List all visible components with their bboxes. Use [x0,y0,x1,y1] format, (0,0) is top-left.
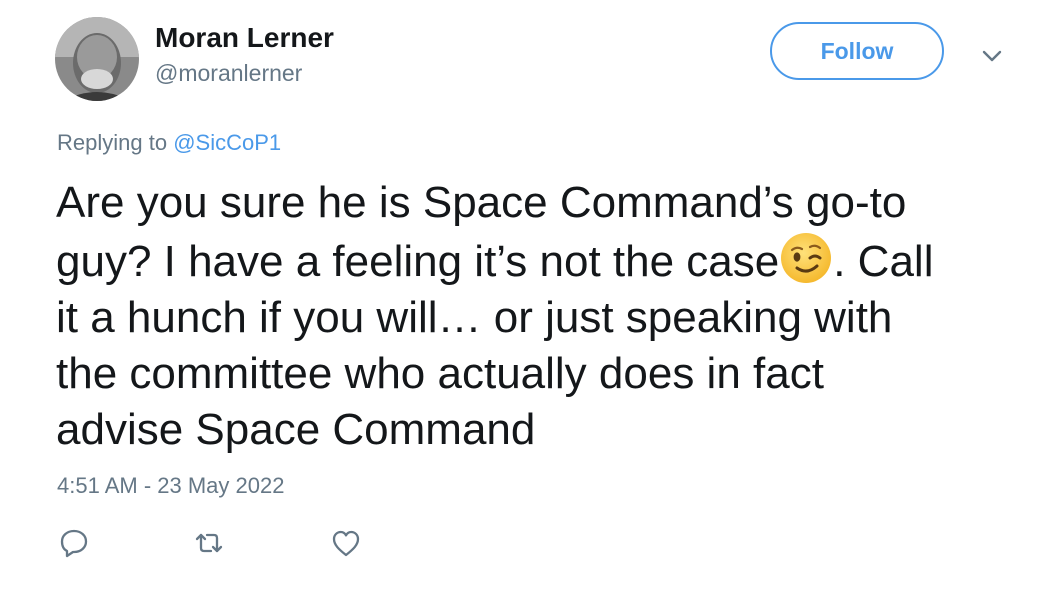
tweet-line: Are you sure he is Space Command’s go-to [56,178,907,227]
tweet-line: guy? I have a feeling it’s not the case … [56,231,1026,290]
reply-mention-link[interactable]: @SicCoP1 [173,130,281,155]
avatar[interactable] [55,17,139,101]
tweet-line: the committee who actually does in fact [56,349,824,398]
replying-to-label: Replying to [57,130,174,155]
author-display-name[interactable]: Moran Lerner [155,22,334,54]
tweet-line: advise Space Command [56,405,536,454]
avatar-image [55,17,139,101]
chevron-down-icon[interactable] [978,42,1006,70]
tweet-line-part: . Call [833,237,934,286]
author-handle[interactable]: @moranlerner [155,60,302,87]
reply-icon[interactable] [58,527,90,559]
winking-face-emoji-icon [779,231,833,285]
tweet-text: Are you sure he is Space Command’s go-to… [56,175,1026,458]
retweet-icon[interactable] [193,527,225,559]
replying-to-line: Replying to @SicCoP1 [57,130,281,156]
tweet-timestamp[interactable]: 4:51 AM - 23 May 2022 [57,473,284,499]
like-icon[interactable] [330,527,362,559]
follow-button[interactable]: Follow [770,22,944,80]
tweet-line: it a hunch if you will… or just speaking… [56,293,893,342]
tweet-line-part: guy? I have a feeling it’s not the case [56,237,780,286]
